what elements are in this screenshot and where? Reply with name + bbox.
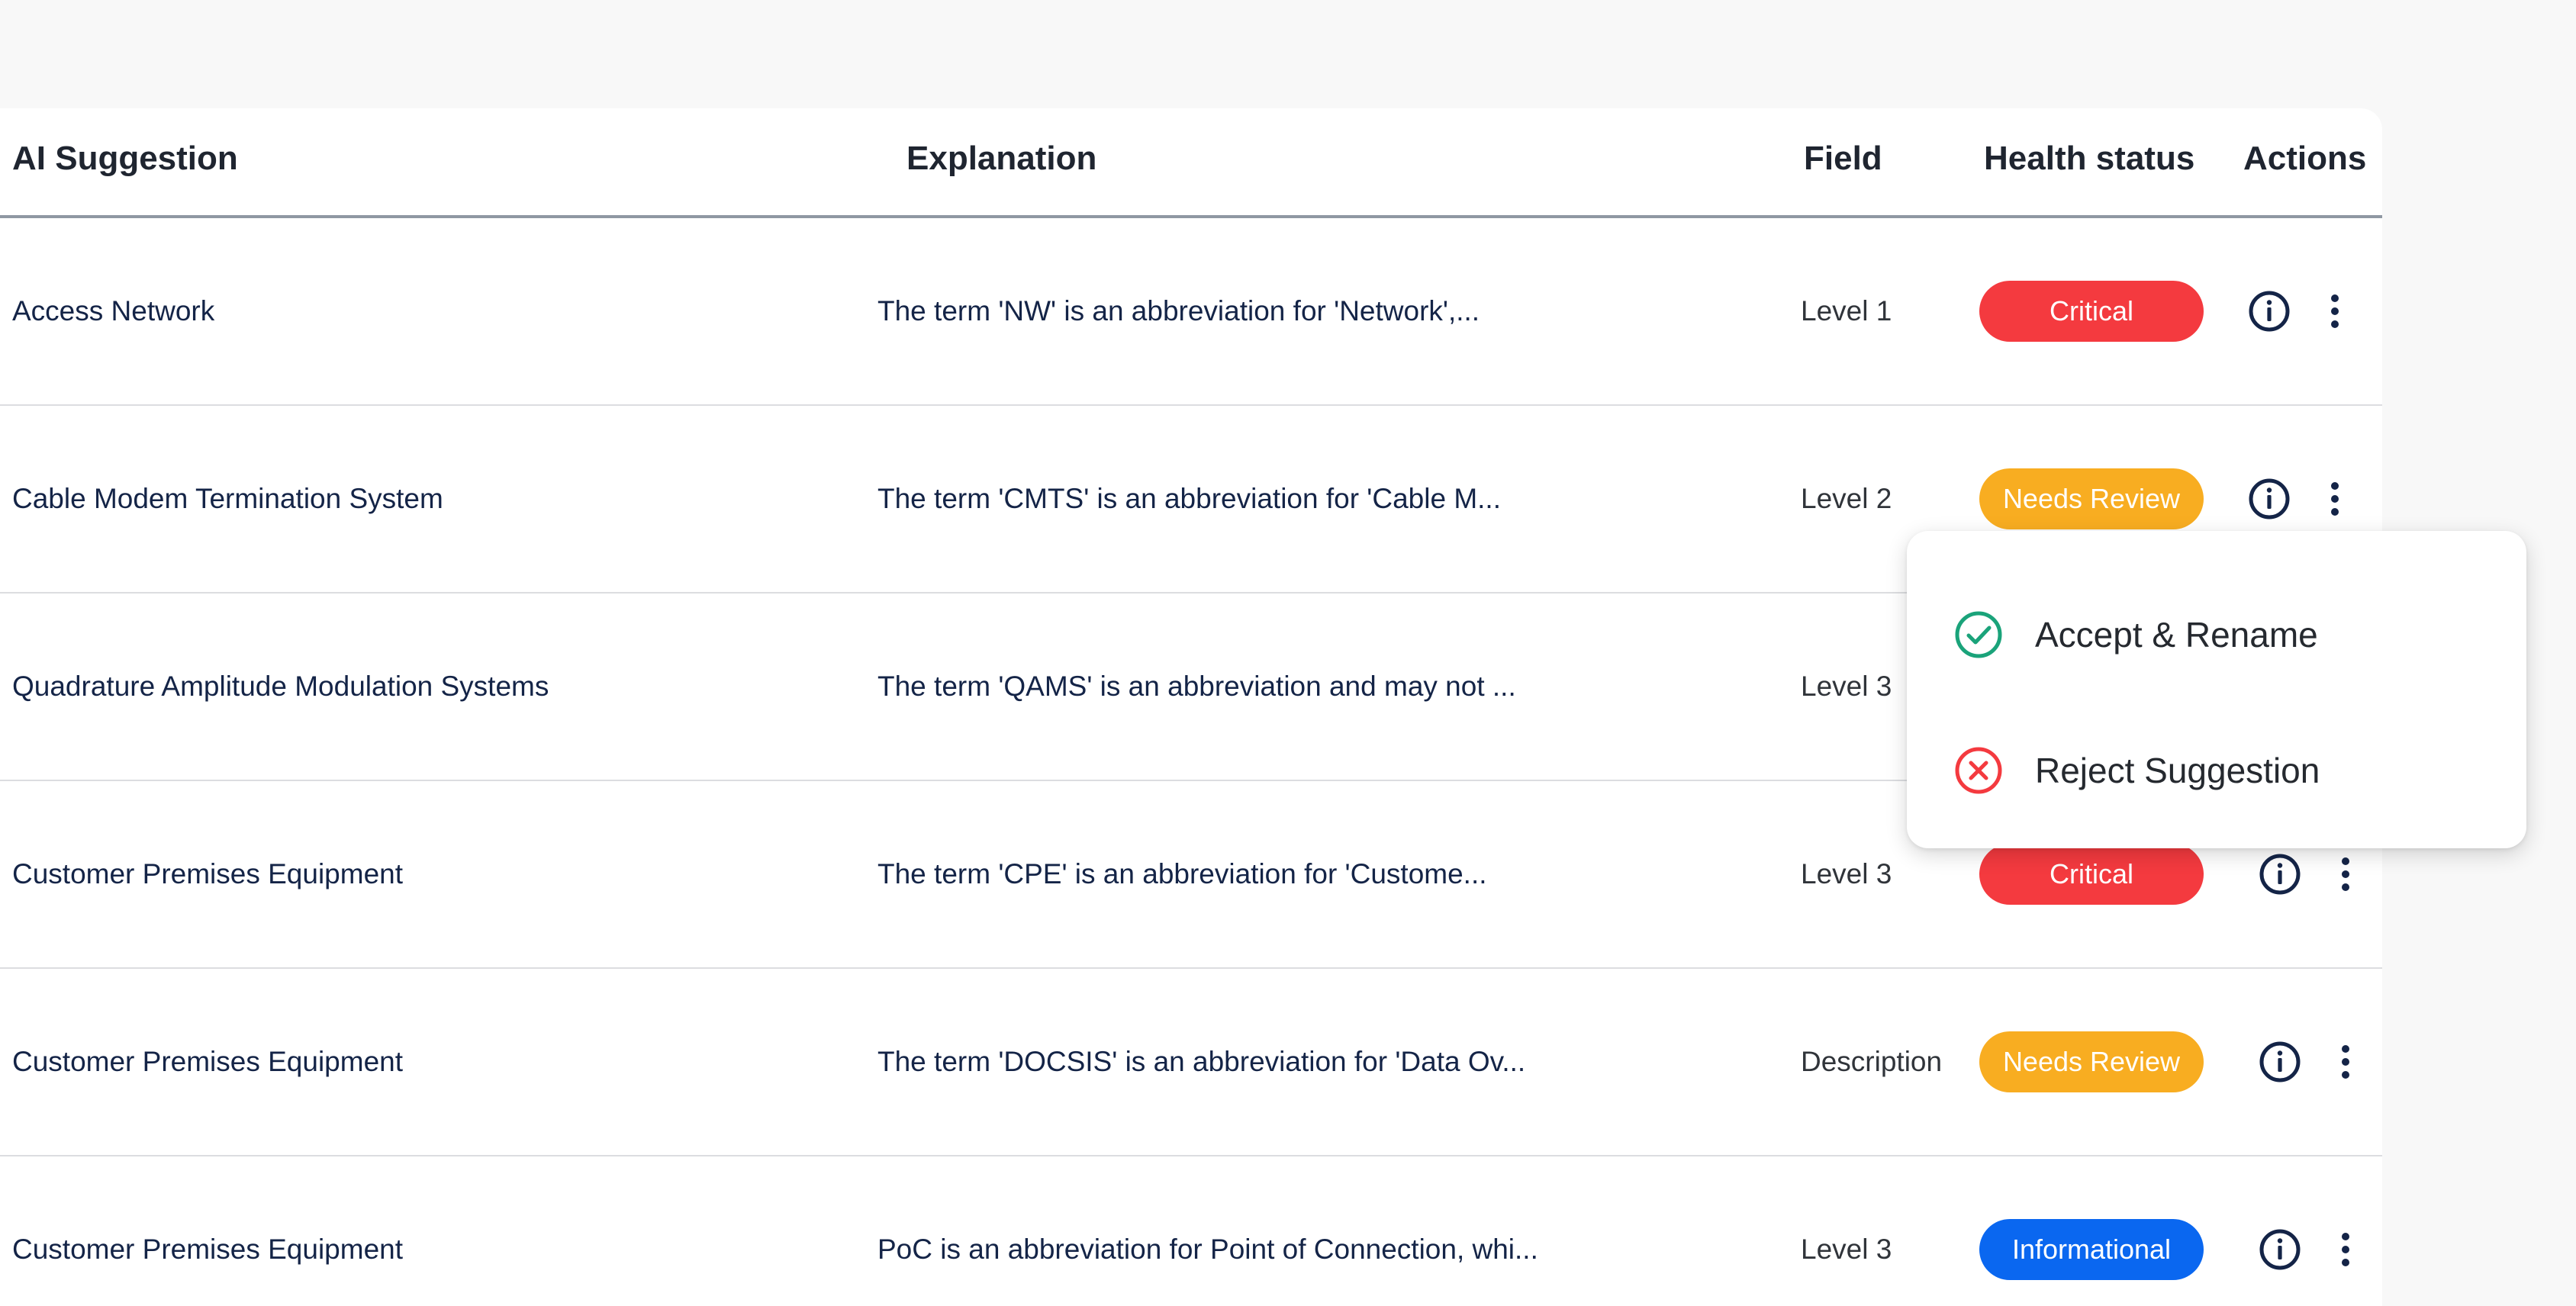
- explanation-cell: The term 'QAMS' is an abbreviation and m…: [877, 671, 1516, 702]
- info-icon[interactable]: [2257, 1227, 2303, 1272]
- table-row[interactable]: Customer Premises Equipment The term 'DO…: [0, 969, 2382, 1156]
- explanation-cell: PoC is an abbreviation for Point of Conn…: [877, 1234, 1538, 1265]
- more-options-icon[interactable]: [2321, 476, 2349, 522]
- suggestion-cell: Customer Premises Equipment: [12, 1234, 404, 1265]
- suggestion-cell: Customer Premises Equipment: [12, 858, 404, 889]
- reject-suggestion-menu-item[interactable]: Reject Suggestion: [1907, 711, 2526, 833]
- more-options-icon[interactable]: [2321, 288, 2349, 334]
- status-badge: Critical: [1979, 844, 2204, 905]
- status-badge: Needs Review: [1979, 468, 2204, 529]
- accept-rename-label: Accept & Rename: [2035, 615, 2318, 655]
- header-health-status[interactable]: Health status: [1984, 108, 2194, 215]
- suggestion-cell: Customer Premises Equipment: [12, 1046, 404, 1077]
- accept-rename-menu-item[interactable]: Accept & Rename: [1907, 575, 2526, 697]
- more-options-icon[interactable]: [2332, 1227, 2359, 1272]
- field-cell: Level 2: [1801, 483, 1892, 514]
- x-circle-icon: [1953, 745, 2004, 796]
- info-icon[interactable]: [2257, 1039, 2303, 1085]
- field-cell: Level 3: [1801, 1234, 1892, 1265]
- table-row[interactable]: Customer Premises Equipment PoC is an ab…: [0, 1156, 2382, 1306]
- status-badge: Informational: [1979, 1219, 2204, 1280]
- info-icon[interactable]: [2246, 476, 2292, 522]
- header-actions: Actions: [2243, 140, 2367, 177]
- explanation-cell: The term 'CMTS' is an abbreviation for '…: [877, 483, 1501, 514]
- suggestion-cell: Cable Modem Termination System: [12, 483, 443, 514]
- field-cell: Level 1: [1801, 295, 1892, 326]
- row-action-menu: Accept & Rename Reject Suggestion: [1907, 531, 2526, 848]
- header-field[interactable]: Field: [1804, 108, 1882, 215]
- status-badge: Critical: [1979, 281, 2204, 342]
- header-explanation[interactable]: Explanation: [906, 108, 1096, 215]
- check-circle-icon: [1953, 609, 2004, 661]
- field-cell: Description: [1801, 1046, 1943, 1077]
- info-icon[interactable]: [2257, 851, 2303, 897]
- table-row[interactable]: Access Network The term 'NW' is an abbre…: [0, 218, 2382, 406]
- status-badge: Needs Review: [1979, 1031, 2204, 1092]
- more-options-icon[interactable]: [2332, 851, 2359, 897]
- table-header: AI Suggestion Explanation Field Health s…: [0, 108, 2382, 218]
- more-options-icon[interactable]: [2332, 1039, 2359, 1085]
- info-icon[interactable]: [2246, 288, 2292, 334]
- header-ai-suggestion[interactable]: AI Suggestion: [12, 108, 238, 215]
- explanation-cell: The term 'DOCSIS' is an abbreviation for…: [877, 1046, 1526, 1077]
- explanation-cell: The term 'NW' is an abbreviation for 'Ne…: [877, 295, 1480, 326]
- reject-suggestion-label: Reject Suggestion: [2035, 751, 2320, 790]
- explanation-cell: The term 'CPE' is an abbreviation for 'C…: [877, 858, 1487, 889]
- field-cell: Level 3: [1801, 858, 1892, 889]
- suggestion-cell: Access Network: [12, 295, 215, 326]
- suggestion-cell: Quadrature Amplitude Modulation Systems: [12, 671, 549, 702]
- field-cell: Level 3: [1801, 671, 1892, 702]
